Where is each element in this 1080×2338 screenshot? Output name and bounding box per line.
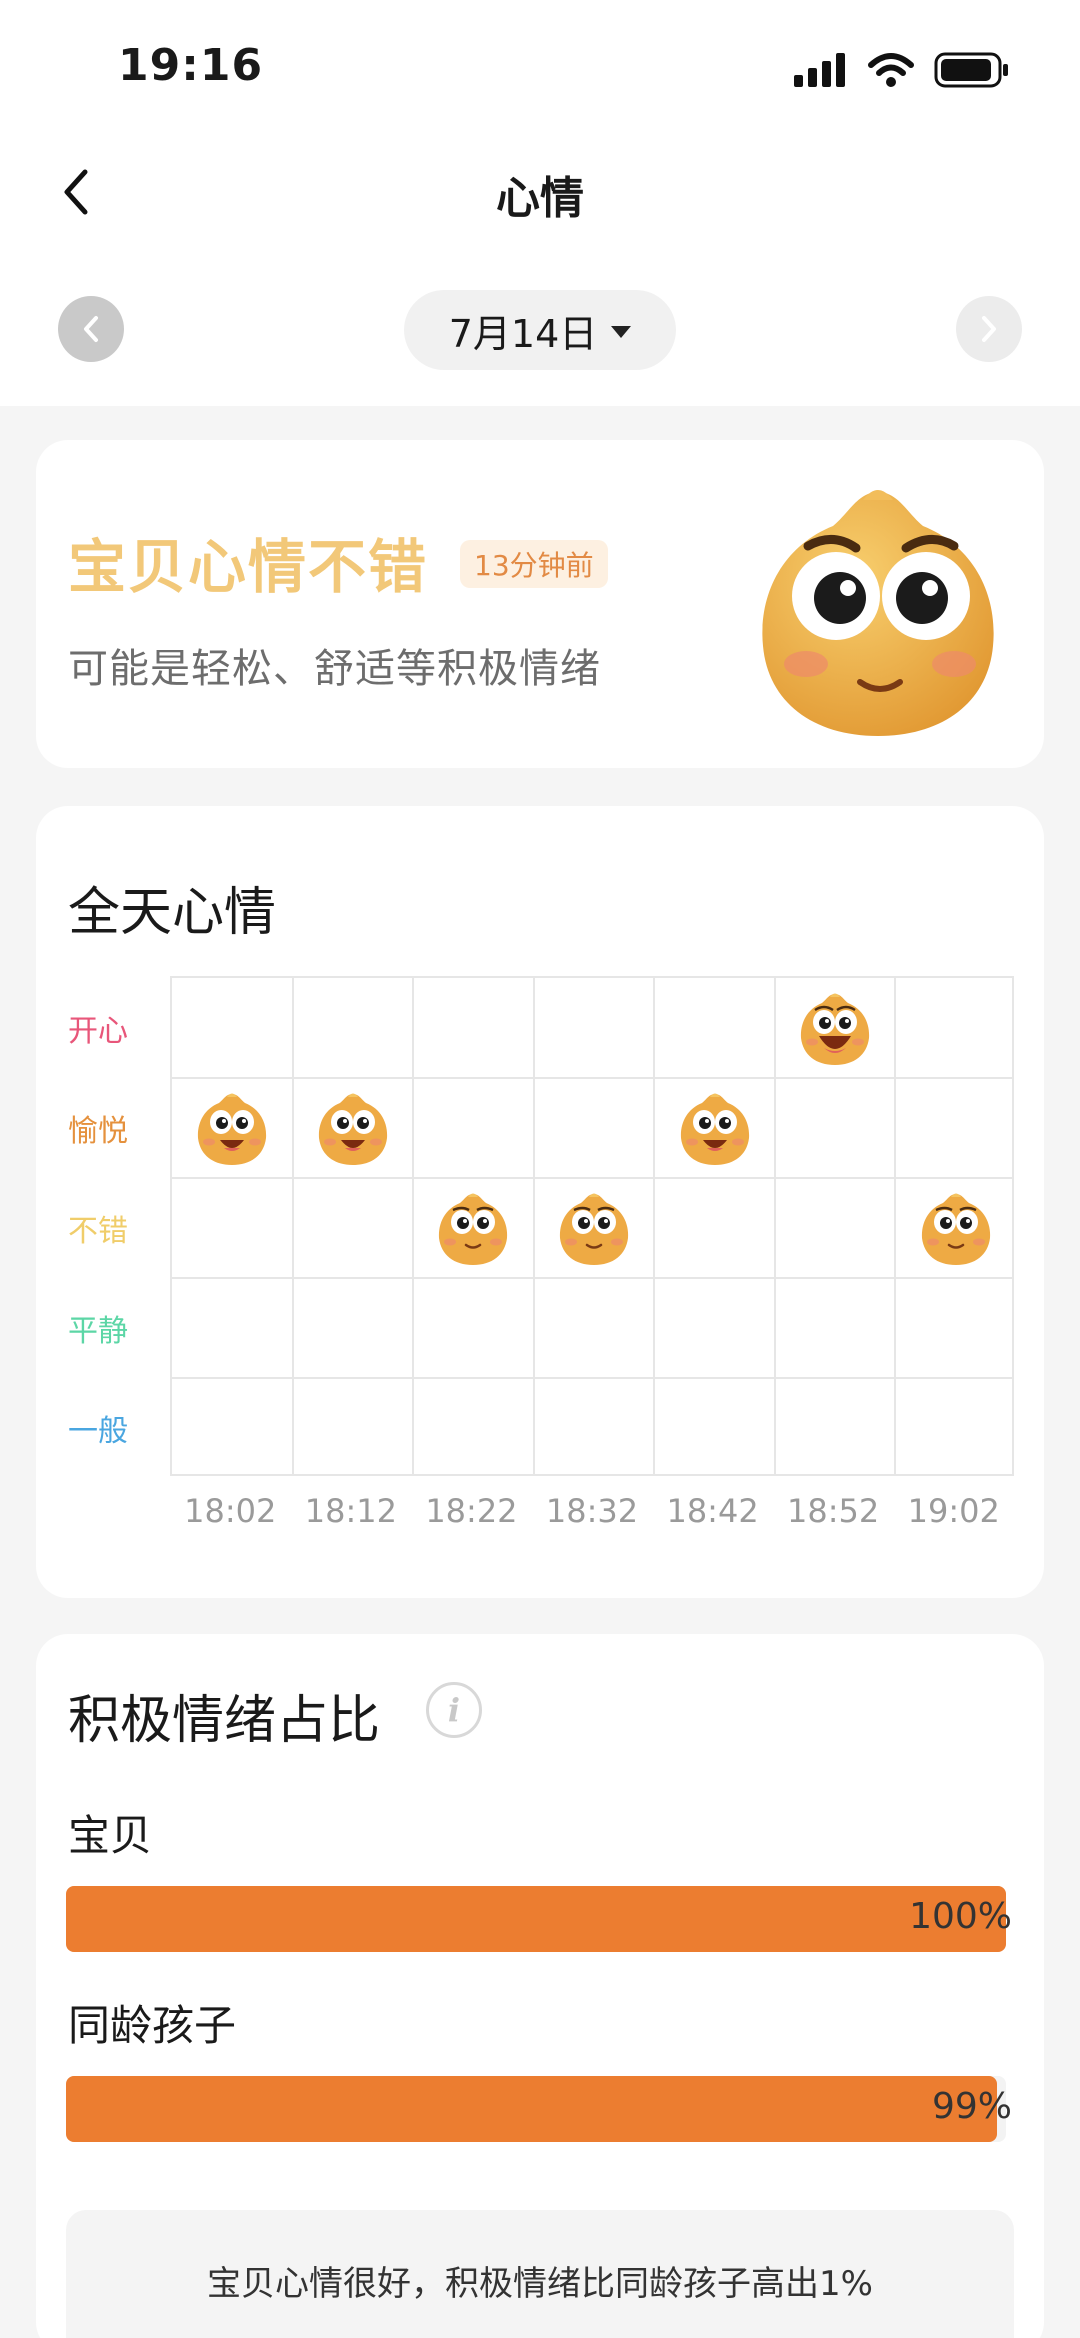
bar-label-peers: 同龄孩子 xyxy=(68,2001,237,2050)
y-tick-label: 不错 xyxy=(68,1214,128,1249)
date-selector[interactable]: 7月14日 xyxy=(404,290,676,370)
x-tick-label: 18:42 xyxy=(666,1492,759,1530)
positive-ratio-card: 积极情绪占比 i 宝贝 100% 同龄孩子 99% 宝贝心情很好，积极情绪比同龄… xyxy=(36,1634,1044,2338)
grid-line-horizontal xyxy=(172,1177,1012,1179)
current-mood-card: 宝贝心情不错 13分钟前 可能是轻松、舒适等积极情绪 xyxy=(36,440,1044,768)
mood-point-1852[interactable] xyxy=(797,988,873,1068)
y-tick-label: 平静 xyxy=(68,1314,128,1349)
info-icon[interactable]: i xyxy=(426,1682,482,1738)
x-tick-label: 18:32 xyxy=(545,1492,639,1530)
battery-icon xyxy=(934,52,1008,88)
page-title: 心情 xyxy=(496,173,584,224)
grid-line-horizontal xyxy=(172,1377,1012,1379)
grid-line-vertical xyxy=(412,978,415,1474)
mood-point-1802[interactable] xyxy=(194,1088,270,1168)
x-tick-label: 18:12 xyxy=(304,1492,397,1530)
chevron-left-icon xyxy=(84,316,98,342)
mood-description: 可能是轻松、舒适等积极情绪 xyxy=(68,646,601,692)
grid-line-horizontal xyxy=(172,1077,1012,1079)
top-area: 19:16 心情 7月14日 xyxy=(0,0,1080,406)
grid-line-vertical xyxy=(291,978,294,1474)
wifi-icon xyxy=(868,53,914,87)
bar-percent-peers: 99% xyxy=(931,2086,1012,2127)
bar-label-baby: 宝贝 xyxy=(68,1811,153,1860)
x-tick-label: 18:22 xyxy=(425,1492,518,1530)
mood-point-1902[interactable] xyxy=(918,1188,994,1268)
mascot-icon xyxy=(762,490,994,736)
summary-text: 宝贝心情很好，积极情绪比同龄孩子高出1% xyxy=(66,2210,1014,2338)
bar-track-baby xyxy=(66,1886,1006,1952)
x-tick-label: 18:52 xyxy=(787,1492,880,1530)
x-tick-label: 19:02 xyxy=(907,1492,1000,1530)
bar-track-peers xyxy=(66,2076,1006,2142)
caret-down-icon xyxy=(611,326,632,338)
date-label: 7月14日 xyxy=(448,311,598,356)
time-ago-badge: 13分钟前 xyxy=(460,540,608,588)
status-icons xyxy=(792,52,1010,88)
grid-line-vertical xyxy=(532,978,535,1474)
prev-day-button[interactable] xyxy=(58,296,124,362)
chevron-right-icon xyxy=(982,316,996,342)
x-tick-label: 18:02 xyxy=(184,1492,277,1530)
bar-fill-peers xyxy=(66,2076,997,2142)
status-time: 19:16 xyxy=(118,40,264,91)
grid-line-vertical xyxy=(773,978,776,1474)
next-day-button[interactable] xyxy=(956,296,1022,362)
grid-line-horizontal xyxy=(172,1277,1012,1279)
daily-mood-title: 全天心情 xyxy=(68,883,277,943)
mood-point-1832[interactable] xyxy=(556,1188,632,1268)
y-tick-label: 开心 xyxy=(68,1014,128,1049)
daily-mood-card: 全天心情 开心 愉悦 不错 平静 一般 18:02 18:12 18:22 18… xyxy=(36,806,1044,1598)
positive-ratio-title: 积极情绪占比 xyxy=(68,1691,381,1751)
signal-icon xyxy=(794,53,845,87)
mood-grid xyxy=(170,976,1014,1476)
y-tick-label: 一般 xyxy=(68,1414,128,1449)
y-tick-label: 愉悦 xyxy=(68,1114,128,1149)
mood-point-1822[interactable] xyxy=(435,1188,511,1268)
mood-point-1812[interactable] xyxy=(315,1088,391,1168)
bar-percent-baby: 100% xyxy=(909,1896,1012,1937)
mood-headline: 宝贝心情不错 xyxy=(68,533,429,601)
bar-fill-baby xyxy=(66,1886,1006,1952)
mood-point-1842[interactable] xyxy=(677,1088,753,1168)
grid-line-vertical xyxy=(894,978,897,1474)
grid-line-vertical xyxy=(653,978,656,1474)
